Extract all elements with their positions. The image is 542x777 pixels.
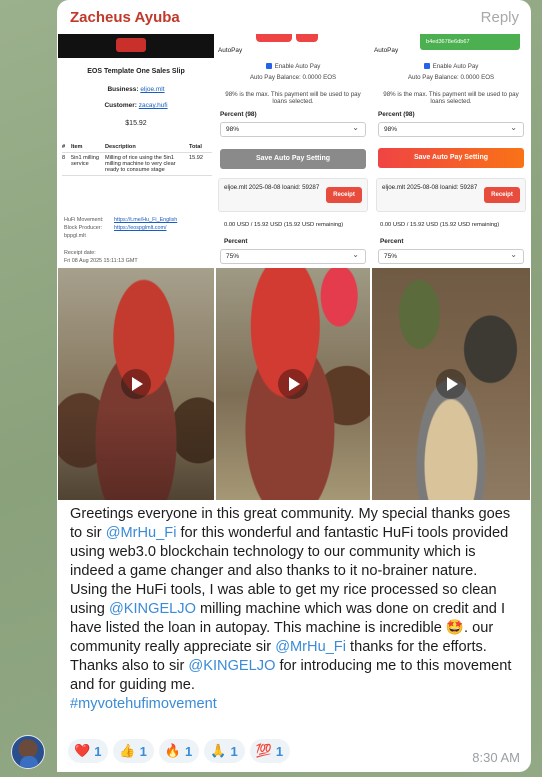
receipt-total: $15.92	[125, 120, 147, 127]
loan-remaining: 0.00 USD / 15.92 USD (15.92 USD remainin…	[380, 222, 500, 228]
receipt-button[interactable]: Receipt	[484, 187, 520, 203]
autopay-screenshot-2[interactable]: b4ed3678e6db67 AutoPay Enable Auto Pay A…	[372, 34, 530, 264]
enable-autopay: Enable Auto Pay	[216, 63, 370, 70]
loan-card: eljoe.mlt 2025-08-08 loanid: 59287 Recei…	[218, 178, 368, 212]
reaction-pray[interactable]: 🙏 1	[204, 739, 245, 763]
reaction-heart[interactable]: ❤️ 1	[68, 739, 109, 763]
media-grid: EOS Template One Sales Slip Business: el…	[58, 34, 530, 500]
percent-label: Percent (98)	[378, 111, 415, 118]
autopay-heading: AutoPay	[374, 47, 399, 54]
hashtag-link[interactable]: #myvotehufimovement	[70, 696, 217, 712]
save-autopay-button[interactable]: Save Auto Pay Setting	[378, 148, 524, 168]
autopay-balance: Auto Pay Balance: 0.0000 EOS	[249, 74, 337, 81]
autopay-heading: AutoPay	[218, 47, 243, 54]
pray-icon: 🙏	[210, 743, 227, 758]
receipt-movement: HuFi Movement: https://t.me/Hu_Fi_Englis…	[64, 217, 178, 223]
video-milling-machine-2[interactable]	[216, 268, 370, 500]
receipt-customer: Customer: zacay.hufi	[104, 102, 168, 109]
percent2-label: Percent	[224, 238, 248, 245]
message-bubble: Zacheus Ayuba Reply EOS Template One Sal…	[57, 0, 531, 772]
heart-icon: ❤️	[74, 743, 91, 758]
thumbs-up-icon: 👍	[119, 743, 136, 758]
play-icon[interactable]	[121, 369, 151, 399]
checkbox-icon	[423, 63, 430, 70]
video-milling-machine-1[interactable]	[58, 268, 214, 500]
percent-select[interactable]: 98%	[378, 122, 524, 137]
message-time: 8:30 AM	[472, 750, 520, 765]
percent2-label: Percent	[380, 238, 404, 245]
percent-select[interactable]: 98%	[220, 122, 366, 137]
autopay-balance: Auto Pay Balance: 0.0000 EOS	[407, 74, 495, 81]
autopay-note: 98% is the max. This payment will be use…	[383, 91, 519, 105]
mention-mrhufi[interactable]: @MrHu_Fi	[106, 525, 177, 541]
mention-kingeljo[interactable]: @KINGELJO	[188, 658, 275, 674]
checkbox-icon	[265, 63, 272, 70]
reaction-thumbs-up[interactable]: 👍 1	[113, 739, 154, 763]
receipt-screenshot[interactable]: EOS Template One Sales Slip Business: el…	[58, 34, 214, 264]
receipt-logo	[58, 34, 214, 58]
receipt-table-header: # Item Description Total	[62, 142, 212, 153]
autopay-screenshot-1[interactable]: AutoPay Enable Auto Pay Auto Pay Balance…	[216, 34, 370, 264]
play-icon[interactable]	[436, 369, 466, 399]
receipt-table-row: 8 5in1 milling service Milling of rice usi…	[62, 153, 212, 176]
message-header: Zacheus Ayuba Reply	[57, 0, 531, 34]
sender-avatar[interactable]	[11, 735, 45, 769]
top-button-2	[296, 34, 318, 42]
reaction-hundred[interactable]: 💯 1	[249, 739, 291, 763]
receipt-title: EOS Template One Sales Slip	[87, 68, 185, 75]
receipt-producer-value: bppgl.mlt	[64, 233, 86, 239]
enable-autopay: Enable Auto Pay	[372, 63, 530, 70]
receipt-button[interactable]: Receipt	[326, 187, 362, 203]
loan-card: eljoe.mlt 2025-08-08 loanid: 59287 Recei…	[376, 178, 526, 212]
reactions-bar: ❤️ 1 👍 1 🔥 1 🙏 1 💯 1	[68, 739, 291, 763]
percent2-select[interactable]: 75%	[220, 249, 366, 264]
reply-button[interactable]: Reply	[481, 9, 519, 26]
percent2-select[interactable]: 75%	[378, 249, 524, 264]
percent-label: Percent (98)	[220, 111, 257, 118]
fire-icon: 🔥	[164, 743, 182, 758]
video-rice-bowl[interactable]	[372, 268, 530, 500]
address-pill: b4ed3678e6db67	[420, 34, 520, 50]
play-icon[interactable]	[278, 369, 308, 399]
receipt-table: # Item Description Total 8 5in1 milling serv…	[62, 142, 212, 176]
save-autopay-button[interactable]: Save Auto Pay Setting	[220, 149, 366, 169]
hundred-icon: 💯	[255, 743, 272, 758]
receipt-business: Business: eljoe.mlt	[107, 86, 165, 93]
receipt-producer: Block Producer: https://eospglmlt.com/	[64, 225, 167, 231]
receipt-date-label: Receipt date:	[64, 250, 96, 256]
reaction-fire[interactable]: 🔥 1	[158, 739, 200, 763]
autopay-note: 98% is the max. This payment will be use…	[225, 91, 361, 105]
loan-remaining: 0.00 USD / 15.92 USD (15.92 USD remainin…	[224, 222, 344, 228]
message-text: Greetings everyone in this great communi…	[70, 506, 512, 712]
receipt-date: Fri 08 Aug 2025 15:11:13 GMT	[64, 258, 138, 264]
mention-kingeljo[interactable]: @KINGELJO	[109, 601, 196, 617]
sender-name[interactable]: Zacheus Ayuba	[70, 9, 180, 26]
top-button-1	[256, 34, 292, 42]
mention-mrhufi[interactable]: @MrHu_Fi	[275, 639, 346, 655]
